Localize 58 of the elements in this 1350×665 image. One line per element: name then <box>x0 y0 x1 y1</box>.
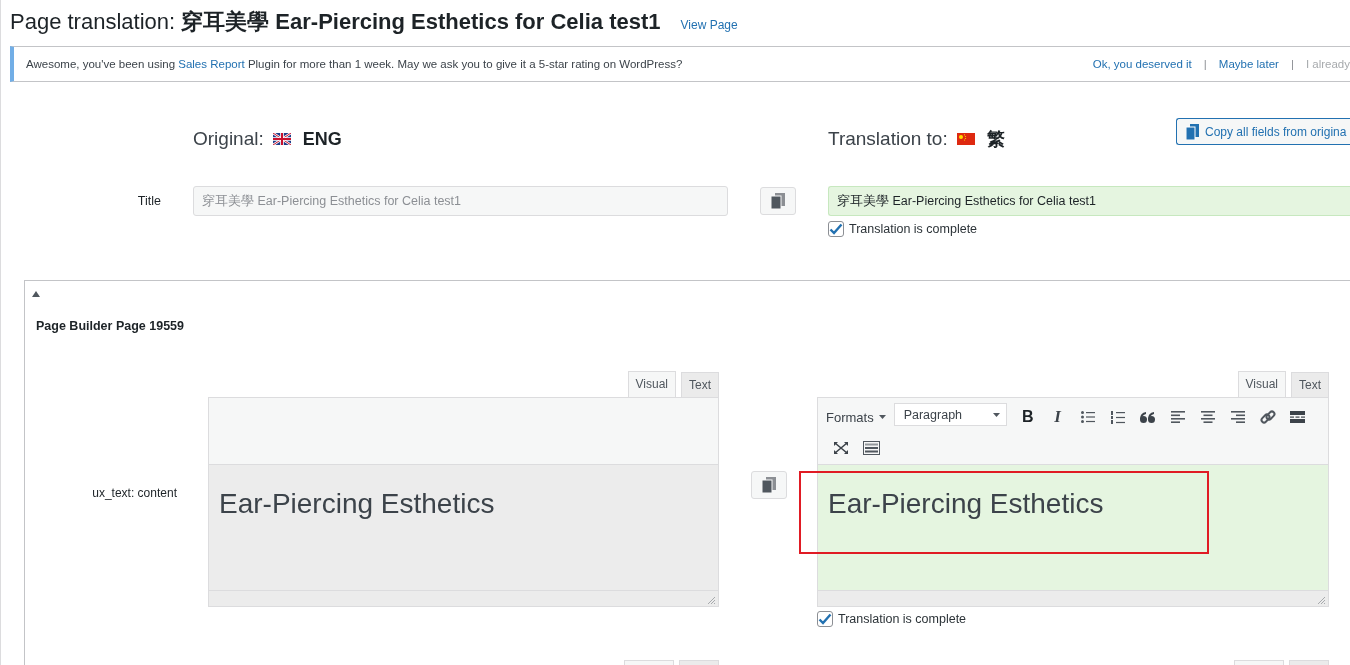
bulleted-list-icon[interactable] <box>1080 411 1095 423</box>
fullscreen-icon[interactable] <box>834 442 848 454</box>
column-heading: Translation to: <box>828 128 948 150</box>
link-icon[interactable] <box>1259 409 1276 425</box>
formats-menu[interactable]: Formats <box>826 403 892 431</box>
separator: | <box>1290 58 1294 70</box>
editor-text: Ear-Piercing Esthetics <box>828 488 1104 519</box>
editor-content[interactable]: Ear-Piercing Esthetics <box>209 465 718 590</box>
view-page-link[interactable]: View Page <box>680 18 738 32</box>
copy-icon <box>762 477 776 493</box>
read-more-icon[interactable] <box>1290 411 1306 423</box>
copy-all-button[interactable]: Copy all fields from origina <box>1176 118 1350 145</box>
page-title: Page translation: 穿耳美學 Ear-Piercing Esthetics for Celia test1 <box>10 8 661 36</box>
copy-icon <box>771 193 785 209</box>
china-flag-icon <box>956 133 975 145</box>
editor-content[interactable]: Ear-Piercing Esthetics <box>818 465 1328 590</box>
resize-grip-icon[interactable] <box>707 596 715 604</box>
checkbox-label: Translation is complete <box>849 222 978 236</box>
original-title-field: 穿耳美學 Ear-Piercing Esthetics for Celia test1 <box>193 186 728 216</box>
copy-icon <box>1186 123 1199 140</box>
plugin-link[interactable]: Sales Report <box>178 58 245 70</box>
uk-flag-icon <box>272 133 291 145</box>
editor-text: Ear-Piercing Esthetics <box>219 488 495 519</box>
italic-button[interactable]: I <box>1042 403 1073 431</box>
translation-title-field[interactable]: 穿耳美學 Ear-Piercing Esthetics for Celia test1 <box>828 186 1350 216</box>
editor-tab[interactable]: Visual <box>627 371 676 397</box>
notice-link[interactable]: Maybe later <box>1218 58 1279 70</box>
format-select[interactable]: Paragraph <box>893 403 1007 426</box>
caret-icon <box>878 415 886 419</box>
section-title: Page Builder Page 19559 <box>36 319 185 333</box>
copy-button[interactable] <box>760 187 796 215</box>
checkbox[interactable] <box>817 611 833 627</box>
resize-grip-icon[interactable] <box>1317 596 1325 604</box>
check-icon <box>818 613 832 625</box>
language-name: ENG <box>302 128 342 150</box>
notice-link[interactable]: Ok, you deserved it <box>1092 58 1192 70</box>
align-center-icon[interactable] <box>1200 411 1215 423</box>
checkbox[interactable] <box>828 221 844 237</box>
notice-message: Awesome, you've been using Sales Report Plugin for more than 1 week. May we ask you to give it a 5-star rating on WordPress? <box>26 58 683 70</box>
copy-button[interactable] <box>751 471 787 499</box>
bold-button[interactable]: B <box>1012 403 1043 431</box>
separator: | <box>1203 58 1207 70</box>
align-right-icon[interactable] <box>1230 411 1245 423</box>
editor-tab[interactable]: Visual <box>1237 371 1286 397</box>
field-label: ux_text: content <box>92 486 177 502</box>
collapse-toggle-icon[interactable] <box>32 291 40 297</box>
caret-icon <box>992 412 1000 417</box>
editor-tab[interactable]: Text <box>681 372 719 397</box>
align-left-icon[interactable] <box>1170 411 1185 423</box>
check-icon <box>829 223 843 235</box>
column-heading: Original: <box>193 128 264 150</box>
numbered-list-icon[interactable] <box>1110 410 1125 424</box>
field-label: Title <box>137 194 161 208</box>
checkbox-label: Translation is complete <box>838 612 967 626</box>
editor-tab[interactable]: Text <box>1291 372 1329 397</box>
keyboard-icon[interactable] <box>862 441 880 455</box>
language-name: 繁 <box>986 128 1005 151</box>
quote-icon[interactable] <box>1140 411 1156 423</box>
